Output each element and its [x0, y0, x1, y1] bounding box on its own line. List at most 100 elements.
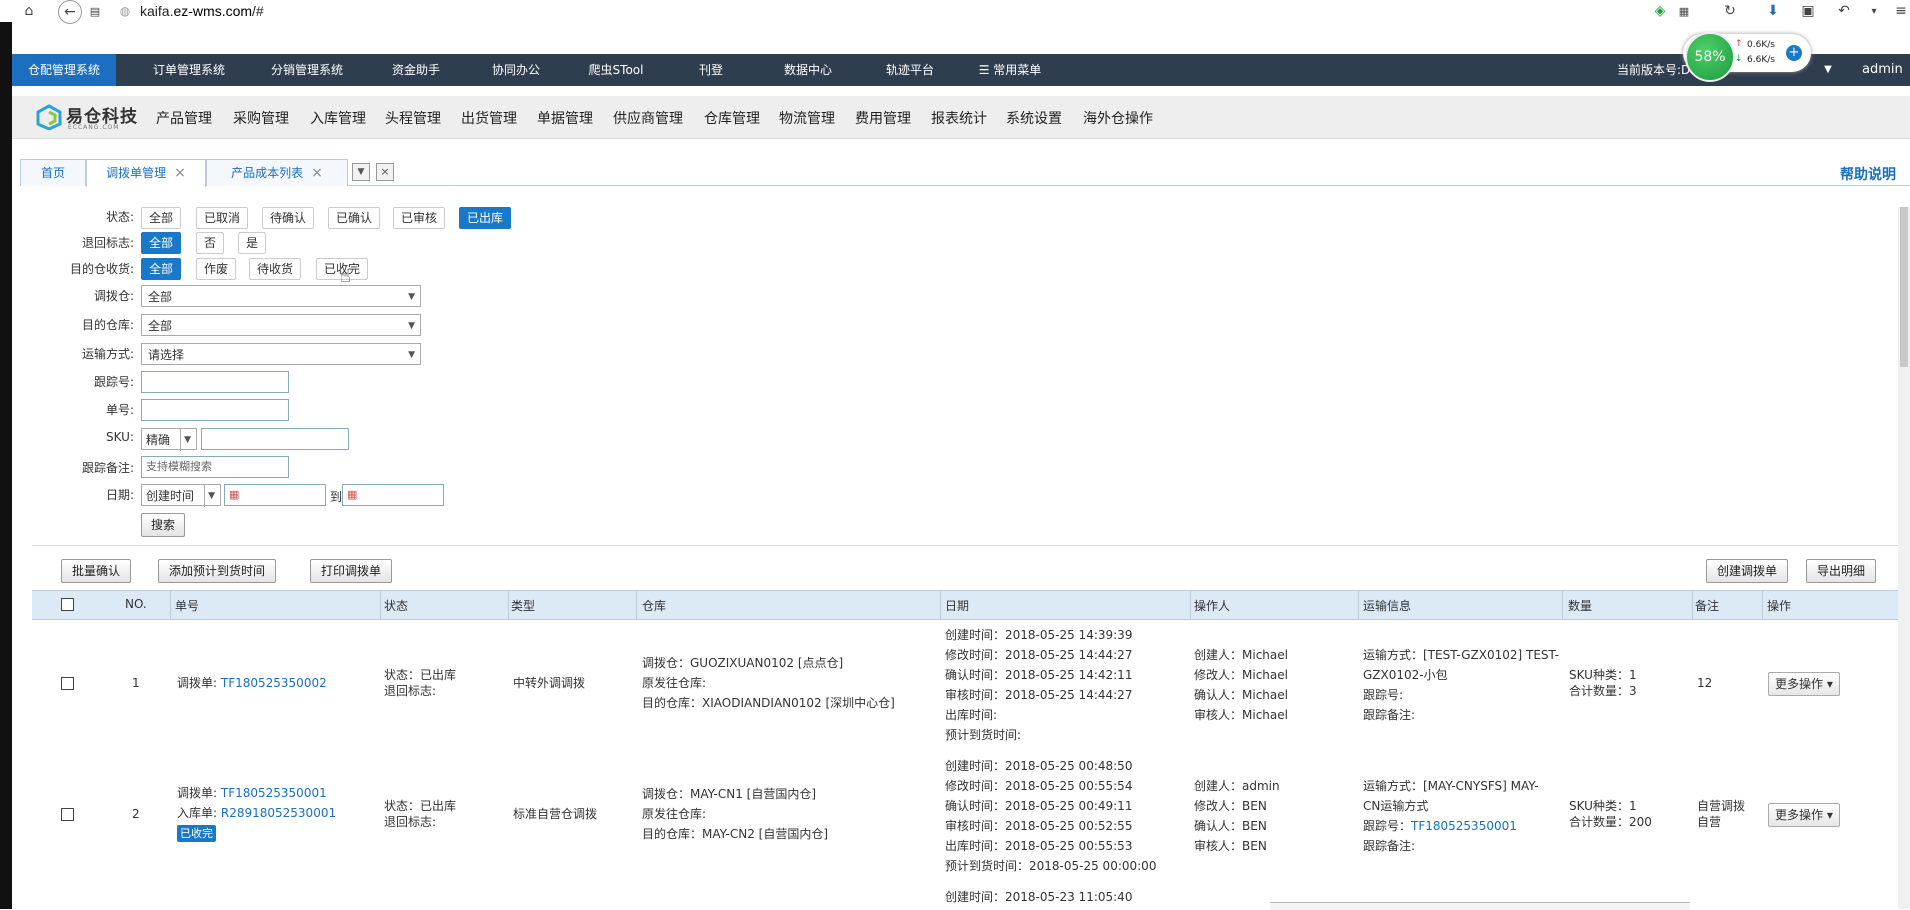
scrollbar-thumb[interactable]	[1900, 207, 1908, 367]
close-icon[interactable]: ×	[311, 165, 323, 181]
status-confirmed[interactable]: 已确认	[328, 207, 381, 229]
ship-track-link[interactable]: TF180525350001	[1411, 819, 1517, 833]
menu-logistics[interactable]: 物流管理	[779, 108, 835, 128]
ship-note: 跟踪备注:	[1363, 839, 1416, 853]
home-icon[interactable]: ⌂	[20, 2, 38, 20]
topnav-common-menu[interactable]: ☰ 常用菜单	[960, 54, 1060, 86]
row-checkbox[interactable]	[61, 677, 74, 690]
col-sep	[940, 590, 941, 620]
status-cancelled[interactable]: 已取消	[196, 207, 249, 229]
inbound-label: 入库单:	[177, 806, 218, 820]
create-transfer-button[interactable]: 创建调拨单	[1706, 559, 1789, 583]
menu-icon[interactable]: ≡	[1895, 2, 1907, 20]
tab-home[interactable]: 首页	[20, 159, 86, 186]
menu-inbound[interactable]: 入库管理	[310, 108, 366, 128]
tab-transfer[interactable]: 调拨单管理 ×	[86, 159, 206, 187]
status-shipped[interactable]: 已出库	[459, 207, 512, 229]
from-wh-value: 全部	[148, 290, 173, 304]
date-from-input[interactable]: ▦	[224, 484, 326, 506]
return-text: 退回标志:	[384, 684, 437, 698]
receive-pending[interactable]: 待收货	[249, 258, 302, 280]
status-all[interactable]: 全部	[141, 207, 182, 229]
add-eta-button[interactable]: 添加预计到货时间	[158, 559, 277, 583]
search-button[interactable]: 搜索	[141, 513, 186, 537]
more-actions-button[interactable]: 更多操作 ▾	[1768, 803, 1840, 827]
sku-label: SKU:	[106, 430, 134, 444]
select-all-checkbox[interactable]	[61, 598, 74, 611]
calendar-icon[interactable]: ▦	[229, 488, 239, 501]
order-label: 单号:	[105, 403, 134, 417]
chevron-down-icon[interactable]: ▾	[1866, 2, 1882, 20]
close-all-icon[interactable]: ×	[376, 163, 394, 181]
to-wh-select[interactable]: 全部 ▼	[141, 314, 421, 336]
menu-outbound[interactable]: 出货管理	[461, 108, 517, 128]
table-header: NO. 单号 状态 类型 仓库 日期 操作人 运输信息 数量 备注 操作	[32, 590, 1902, 620]
menu-fees[interactable]: 费用管理	[855, 108, 911, 128]
window-icon[interactable]: ▣	[1800, 2, 1816, 20]
inbound-link[interactable]: R28918052530001	[221, 806, 336, 820]
menu-supplier[interactable]: 供应商管理	[613, 108, 683, 128]
back-icon[interactable]: ←	[58, 0, 82, 24]
ship-track: 跟踪号：TF180525350001	[1363, 816, 1517, 836]
more-actions-button[interactable]: 更多操作 ▾	[1768, 672, 1840, 696]
plus-icon[interactable]: +	[1786, 45, 1802, 61]
user-menu[interactable]: admin ▾	[1862, 54, 1910, 109]
top-nav: 仓配管理系统 订单管理系统 分销管理系统 资金助手 协同办公 爬虫STool 刊…	[12, 54, 1910, 109]
menu-settings[interactable]: 系统设置	[1006, 108, 1062, 128]
download-icon[interactable]: ⬇	[1765, 2, 1781, 20]
date-to-input[interactable]: ▦	[342, 484, 444, 506]
topnav-wms[interactable]: 仓配管理系统	[12, 54, 116, 86]
return-yes[interactable]: 是	[238, 232, 267, 254]
status-pending[interactable]: 待确认	[262, 207, 315, 229]
address-bar[interactable]: kaifa.ez-wms.com/#	[140, 3, 264, 19]
menu-product[interactable]: 产品管理	[156, 108, 212, 128]
op-auditor: 审核人：Michael	[1194, 708, 1288, 722]
status-audited[interactable]: 已审核	[393, 207, 446, 229]
chevron-down-icon[interactable]: ▼	[1820, 54, 1836, 86]
order-input[interactable]	[141, 399, 289, 421]
undo-icon[interactable]: ↶	[1836, 2, 1852, 20]
menu-overseas[interactable]: 海外仓操作	[1083, 108, 1153, 128]
shield-icon[interactable]: ◈	[1652, 2, 1668, 20]
track-input[interactable]	[141, 371, 289, 393]
topnav-listing[interactable]: 刊登	[666, 54, 756, 86]
network-widget[interactable]: 58% ↑ 0.6K/s ↓ 6.6K/s +	[1683, 32, 1811, 82]
calendar-icon[interactable]: ▦	[347, 488, 357, 501]
from-wh-select[interactable]: 全部 ▼	[141, 285, 421, 307]
menu-documents[interactable]: 单据管理	[537, 108, 593, 128]
menu-reports[interactable]: 报表统计	[931, 108, 987, 128]
menu-firstleg[interactable]: 头程管理	[385, 108, 441, 128]
topnav-distribution[interactable]: 分销管理系统	[248, 54, 366, 86]
topnav-tracking[interactable]: 轨迹平台	[860, 54, 960, 86]
order-link[interactable]: TF180525350001	[221, 786, 327, 800]
menu-purchase[interactable]: 采购管理	[233, 108, 289, 128]
refresh-icon[interactable]: ↻	[1722, 2, 1738, 20]
date-type-select[interactable]: 创建时间 ▼	[141, 484, 221, 507]
topnav-orders[interactable]: 订单管理系统	[130, 54, 248, 86]
close-icon[interactable]: ×	[174, 165, 186, 181]
receive-all[interactable]: 全部	[141, 258, 182, 280]
topnav-office[interactable]: 协同办公	[466, 54, 566, 86]
download-speed: 6.6K/s	[1747, 55, 1775, 65]
ship-select[interactable]: 请选择 ▼	[141, 343, 421, 365]
order-link[interactable]: TF180525350002	[221, 676, 327, 690]
qr-icon[interactable]: ▦	[1676, 2, 1692, 20]
print-transfer-button[interactable]: 打印调拨单	[310, 559, 393, 583]
tab-dropdown-icon[interactable]: ▼	[352, 163, 370, 181]
export-detail-button[interactable]: 导出明细	[1806, 559, 1877, 583]
receive-void[interactable]: 作废	[196, 258, 237, 280]
sku-input[interactable]	[201, 428, 349, 450]
batch-confirm-button[interactable]: 批量确认	[61, 559, 132, 583]
menu-warehouse[interactable]: 仓库管理	[704, 108, 760, 128]
topnav-stool[interactable]: 爬虫STool	[566, 54, 666, 86]
topnav-datacenter[interactable]: 数据中心	[756, 54, 860, 86]
return-all[interactable]: 全部	[141, 232, 182, 254]
row-checkbox[interactable]	[61, 808, 74, 821]
topnav-funds[interactable]: 资金助手	[366, 54, 466, 86]
help-link[interactable]: 帮助说明	[1840, 164, 1896, 184]
tab-cost-list[interactable]: 产品成本列表 ×	[206, 159, 348, 186]
sku-mode-select[interactable]: 精确 ▼	[141, 428, 197, 451]
note-input[interactable]: 支持模糊搜索	[141, 456, 289, 478]
order-label: 调拨单:	[177, 676, 218, 690]
return-no[interactable]: 否	[196, 232, 225, 254]
